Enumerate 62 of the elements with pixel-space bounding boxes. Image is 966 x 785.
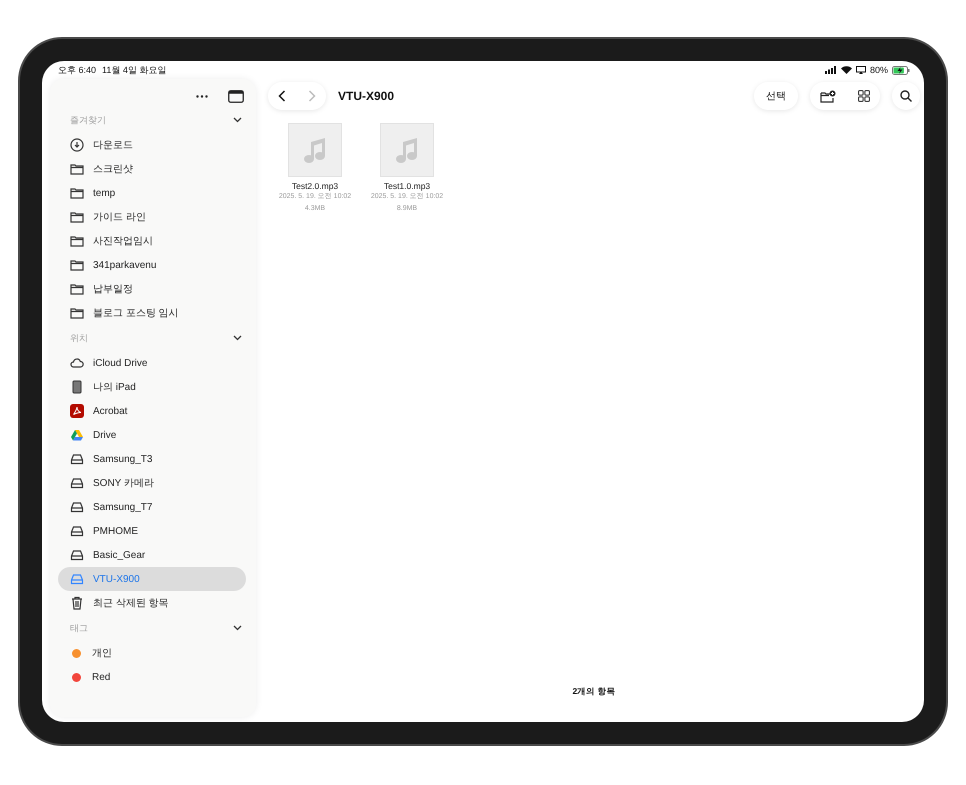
folder-icon xyxy=(70,282,84,296)
sidebar-item[interactable]: 다운로드 xyxy=(58,133,246,157)
file-name: Test1.0.mp3 xyxy=(384,181,430,191)
screen-mirror-icon xyxy=(856,66,866,74)
signal-icon xyxy=(824,66,837,74)
sidebar-item[interactable]: Samsung_T3 xyxy=(58,447,246,471)
new-folder-icon[interactable] xyxy=(820,90,836,102)
sidebar-item[interactable]: 사진작업임시 xyxy=(58,229,246,253)
sidebar-item[interactable]: Basic_Gear xyxy=(58,543,246,567)
audio-file-thumbnail[interactable] xyxy=(288,123,342,177)
folder-icon xyxy=(70,234,84,248)
chevron-icon[interactable] xyxy=(233,625,242,631)
music-note-icon xyxy=(394,136,420,164)
sidebar-item[interactable]: 가이드 라인 xyxy=(58,205,246,229)
sidebar-item[interactable]: Acrobat xyxy=(58,399,246,423)
sidebar-item[interactable]: 개인 xyxy=(58,641,246,665)
folder-icon xyxy=(70,306,84,320)
chevron-icon[interactable] xyxy=(233,335,242,341)
sidebar-item[interactable]: 나의 iPad xyxy=(58,375,246,399)
wifi-icon xyxy=(840,66,852,74)
file-name: Test2.0.mp3 xyxy=(292,181,338,191)
acrobat-icon xyxy=(70,404,84,418)
sidebar-item[interactable]: iCloud Drive xyxy=(58,351,246,375)
search-button[interactable] xyxy=(892,82,920,110)
battery-charging-icon xyxy=(892,66,910,74)
select-button[interactable]: 선택 xyxy=(754,82,798,110)
status-date: 11월 4일 화요일 xyxy=(102,64,166,76)
sidebar-item[interactable]: 스크린샷 xyxy=(58,157,246,181)
music-note-icon xyxy=(302,136,328,164)
folder-title: VTU-X900 xyxy=(338,89,396,103)
back-icon[interactable] xyxy=(278,90,286,102)
tablet-icon xyxy=(70,380,84,394)
sidebar-item[interactable]: 최근 삭제된 항목 xyxy=(58,591,246,615)
section-title: 위치 xyxy=(70,332,88,344)
drive-icon xyxy=(70,428,84,442)
folder-icon xyxy=(70,258,84,272)
audio-file-thumbnail[interactable] xyxy=(380,123,434,177)
sidebar-item[interactable]: Red xyxy=(58,665,246,689)
sidebar-item[interactable]: PMHOME xyxy=(58,519,246,543)
folder-icon xyxy=(70,162,84,176)
folder-icon xyxy=(70,186,84,200)
trash-icon xyxy=(70,596,84,610)
sidebar-toggle-icon[interactable] xyxy=(228,90,244,102)
sidebar-item[interactable]: 납부일정 xyxy=(58,277,246,301)
sidebar-item[interactable]: 블로그 포스팅 임시 xyxy=(58,301,246,325)
sidebar-item[interactable]: temp xyxy=(58,181,246,205)
status-time: 오후 6:40 xyxy=(58,64,96,76)
sidebar-item[interactable]: Drive xyxy=(58,423,246,447)
item-count: 2개의 항목 xyxy=(572,686,616,696)
search-icon xyxy=(900,90,912,102)
sidebar-item[interactable]: Samsung_T7 xyxy=(58,495,246,519)
section-title: 즐겨찾기 xyxy=(70,114,106,126)
cloud-icon xyxy=(70,356,84,370)
sidebar-item[interactable]: 341parkavenu xyxy=(58,253,246,277)
section-title: 태그 xyxy=(70,622,88,634)
more-icon[interactable] xyxy=(196,94,208,98)
battery-percent: 80% xyxy=(870,65,888,75)
sidebar-item[interactable]: SONY 카메라 xyxy=(58,471,246,495)
chevron-icon[interactable] xyxy=(233,117,242,123)
grid-icon[interactable] xyxy=(858,90,870,102)
folder-icon xyxy=(70,210,84,224)
download-icon xyxy=(70,138,84,152)
